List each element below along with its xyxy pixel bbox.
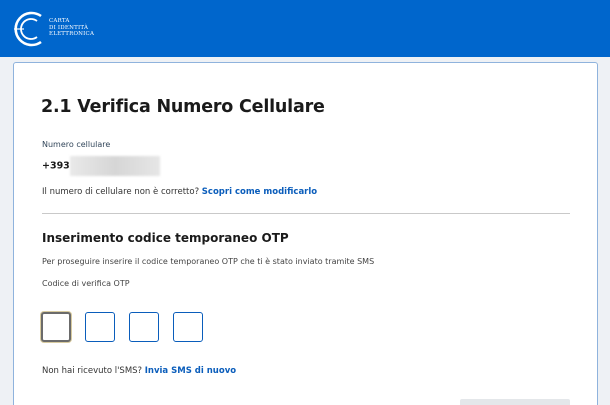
logo-wordmark: CARTA DI IDENTITÀ ELETTRONICA	[49, 18, 94, 38]
resend-text: Non hai ricevuto l'SMS?	[42, 366, 143, 376]
continue-button[interactable]	[460, 399, 570, 405]
otp-instruction: Per proseguire inserire il codice tempor…	[42, 257, 375, 266]
phone-redaction	[69, 156, 160, 176]
cie-c-logo-icon	[14, 11, 42, 47]
otp-digit-4[interactable]	[173, 312, 203, 342]
otp-digit-1[interactable]	[41, 312, 71, 342]
change-number-text: Il numero di cellulare non è corretto?	[42, 187, 200, 197]
change-number-line: Il numero di cellulare non è corretto? S…	[42, 187, 317, 197]
resend-line: Non hai ricevuto l'SMS? Invia SMS di nuo…	[42, 366, 236, 376]
logo-line-3: ELETTRONICA	[49, 31, 95, 37]
cie-logo[interactable]: CARTA DI IDENTITÀ ELETTRONICA	[10, 7, 94, 51]
app-header: CARTA DI IDENTITÀ ELETTRONICA	[0, 0, 610, 57]
phone-prefix: +393	[42, 160, 70, 172]
otp-section-title: Inserimento codice temporaneo OTP	[42, 231, 289, 245]
section-divider	[42, 213, 570, 214]
resend-sms-link[interactable]: Invia SMS di nuovo	[145, 366, 236, 376]
otp-digit-2[interactable]	[85, 312, 115, 342]
verification-card: 2.1 Verifica Numero Cellulare Numero cel…	[13, 62, 598, 405]
page-title: 2.1 Verifica Numero Cellulare	[41, 97, 325, 117]
phone-label: Numero cellulare	[42, 140, 111, 149]
otp-digit-3[interactable]	[129, 312, 159, 342]
change-number-link[interactable]: Scopri come modificarlo	[202, 187, 317, 197]
phone-number: +393	[42, 156, 160, 176]
otp-field-label: Codice di verifica OTP	[42, 279, 130, 288]
